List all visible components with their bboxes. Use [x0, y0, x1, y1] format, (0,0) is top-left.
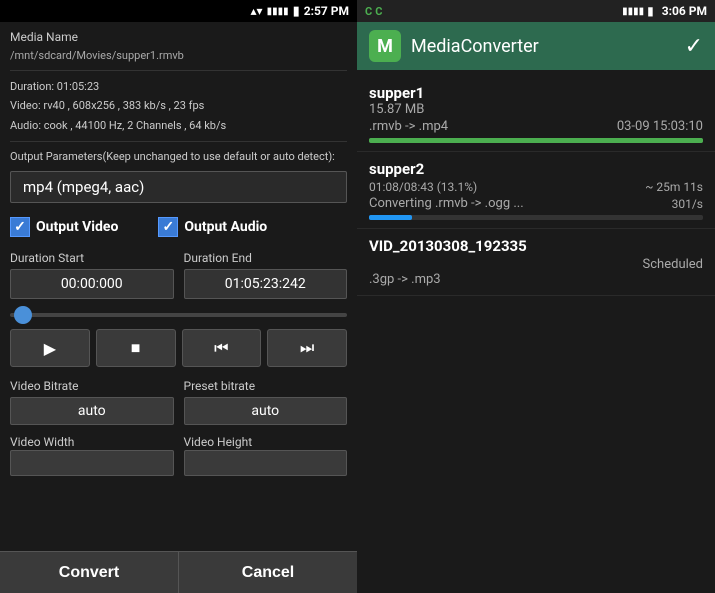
- duration-end-label: Duration End: [184, 251, 348, 265]
- left-time: 2:57 PM: [304, 4, 349, 18]
- preset-bitrate-field[interactable]: auto: [184, 397, 348, 425]
- audio-info: Audio: cook , 44100 Hz, 2 Channels , 64 …: [10, 118, 347, 133]
- left-content: Media Name /mnt/sdcard/Movies/supper1.rm…: [0, 22, 357, 551]
- signal-icon: ▮▮▮▮: [622, 6, 644, 17]
- item-name: supper1: [369, 84, 703, 102]
- item-format-row: Converting .rmvb -> .ogg ... 301/s: [369, 196, 703, 211]
- output-audio-label: Output Audio: [184, 219, 267, 235]
- item-name: supper2: [369, 160, 703, 178]
- list-item: supper1 15.87 MB .rmvb -> .mp4 03-09 15:…: [357, 76, 715, 152]
- item-progress-text: 01:08/08:43 (13.1%): [369, 180, 477, 194]
- video-width-field[interactable]: [10, 450, 174, 476]
- item-size: 15.87 MB: [369, 102, 703, 117]
- convert-button[interactable]: Convert: [0, 551, 179, 593]
- battery-icon: ▮: [293, 4, 300, 19]
- duration-end-col: Duration End 01:05:23:242: [184, 251, 348, 299]
- output-video-checkbox[interactable]: ✓ Output Video: [10, 217, 118, 237]
- media-path: /mnt/sdcard/Movies/supper1.rmvb: [10, 49, 347, 62]
- prev-icon: ⏮: [214, 338, 228, 358]
- wifi-icon: ▴▾: [251, 4, 263, 18]
- next-button[interactable]: ⏭: [267, 329, 347, 367]
- status-left-icons: C C: [365, 5, 618, 18]
- video-info: Video: rv40 , 608x256 , 383 kb/s , 23 fp…: [10, 98, 347, 113]
- divider2: [10, 141, 347, 142]
- preset-bitrate-col: Preset bitrate auto: [184, 379, 348, 425]
- video-bitrate-label: Video Bitrate: [10, 379, 174, 393]
- duration-end-field[interactable]: 01:05:23:242: [184, 269, 348, 299]
- duration-start-col: Duration Start 00:00:000: [10, 251, 174, 299]
- c-icon-2: C: [375, 5, 382, 18]
- item-format: Converting .rmvb -> .ogg ...: [369, 196, 524, 211]
- app-title: MediaConverter: [411, 36, 675, 57]
- audio-check-box[interactable]: ✓: [158, 217, 178, 237]
- progress-bar-fill: [369, 138, 703, 143]
- item-timestamp: 03-09 15:03:10: [617, 119, 703, 134]
- left-panel: ▴▾ ▮▮▮▮ ▮ 2:57 PM Media Name /mnt/sdcard…: [0, 0, 357, 593]
- dimension-row: Video Width Video Height: [10, 435, 347, 476]
- slider-track[interactable]: [10, 313, 347, 317]
- progress-bar-container: [369, 138, 703, 143]
- status-bar-right: C C ▮▮▮▮ ▮ 3:06 PM: [357, 0, 715, 22]
- slider-row: [10, 313, 347, 317]
- format-badge[interactable]: mp4 (mpeg4, aac): [10, 171, 347, 203]
- video-height-label: Video Height: [184, 435, 348, 449]
- prev-button[interactable]: ⏮: [182, 329, 262, 367]
- next-icon: ⏭: [300, 338, 314, 358]
- scheduled-label: Scheduled: [643, 257, 703, 272]
- duration-start-label: Duration Start: [10, 251, 174, 265]
- duration-row: Duration Start 00:00:000 Duration End 01…: [10, 251, 347, 299]
- slider-thumb[interactable]: [14, 306, 32, 324]
- playback-controls: ▶ ■ ⏮ ⏭: [10, 329, 347, 367]
- item-progress-row: 01:08/08:43 (13.1%) ~ 25m 11s: [369, 180, 703, 194]
- item-format-row: .rmvb -> .mp4 03-09 15:03:10: [369, 119, 703, 134]
- item-eta: ~ 25m 11s: [645, 180, 703, 194]
- bottom-buttons: Convert Cancel: [0, 551, 357, 593]
- item-format-text: .3gp -> .mp3: [369, 272, 703, 287]
- right-time: 3:06 PM: [662, 4, 707, 18]
- stop-button[interactable]: ■: [96, 329, 176, 367]
- conversion-list: supper1 15.87 MB .rmvb -> .mp4 03-09 15:…: [357, 70, 715, 593]
- duration-label: Duration: 01:05:23: [10, 79, 347, 94]
- status-bar-left: ▴▾ ▮▮▮▮ ▮ 2:57 PM: [0, 0, 357, 22]
- play-button[interactable]: ▶: [10, 329, 90, 367]
- play-icon: ▶: [44, 339, 56, 358]
- media-name-label: Media Name: [10, 30, 347, 44]
- item-format-row: Scheduled: [369, 257, 703, 272]
- signal-icon: ▮▮▮▮: [267, 6, 289, 17]
- progress-bar-fill: [369, 215, 412, 220]
- app-toolbar: M MediaConverter ✓: [357, 22, 715, 70]
- checkmark-icon[interactable]: ✓: [685, 34, 703, 59]
- video-check-box[interactable]: ✓: [10, 217, 30, 237]
- checkbox-row: ✓ Output Video ✓ Output Audio: [10, 217, 347, 237]
- stop-icon: ■: [131, 338, 141, 358]
- right-signal-icons: ▮▮▮▮ ▮: [622, 4, 654, 18]
- list-item: VID_20130308_192335 Scheduled .3gp -> .m…: [357, 229, 715, 296]
- bitrate-row: Video Bitrate auto Preset bitrate auto: [10, 379, 347, 425]
- video-width-col: Video Width: [10, 435, 174, 476]
- right-panel: C C ▮▮▮▮ ▮ 3:06 PM M MediaConverter ✓ su…: [357, 0, 715, 593]
- duration-start-field[interactable]: 00:00:000: [10, 269, 174, 299]
- video-bitrate-col: Video Bitrate auto: [10, 379, 174, 425]
- video-width-label: Video Width: [10, 435, 174, 449]
- video-height-col: Video Height: [184, 435, 348, 476]
- output-audio-checkbox[interactable]: ✓ Output Audio: [158, 217, 267, 237]
- video-bitrate-field[interactable]: auto: [10, 397, 174, 425]
- item-speed: 301/s: [672, 197, 703, 211]
- app-icon: M: [369, 30, 401, 62]
- progress-bar-container: [369, 215, 703, 220]
- divider1: [10, 70, 347, 71]
- output-video-label: Output Video: [36, 219, 118, 235]
- battery-icon-right: ▮: [647, 4, 654, 18]
- list-item: supper2 01:08/08:43 (13.1%) ~ 25m 11s Co…: [357, 152, 715, 229]
- preset-bitrate-label: Preset bitrate: [184, 379, 348, 393]
- item-name: VID_20130308_192335: [369, 237, 703, 255]
- item-format: .rmvb -> .mp4: [369, 119, 448, 134]
- video-height-field[interactable]: [184, 450, 348, 476]
- c-icon-1: C: [365, 5, 372, 18]
- output-params-label: Output Parameters(Keep unchanged to use …: [10, 150, 347, 163]
- cancel-button[interactable]: Cancel: [179, 551, 357, 593]
